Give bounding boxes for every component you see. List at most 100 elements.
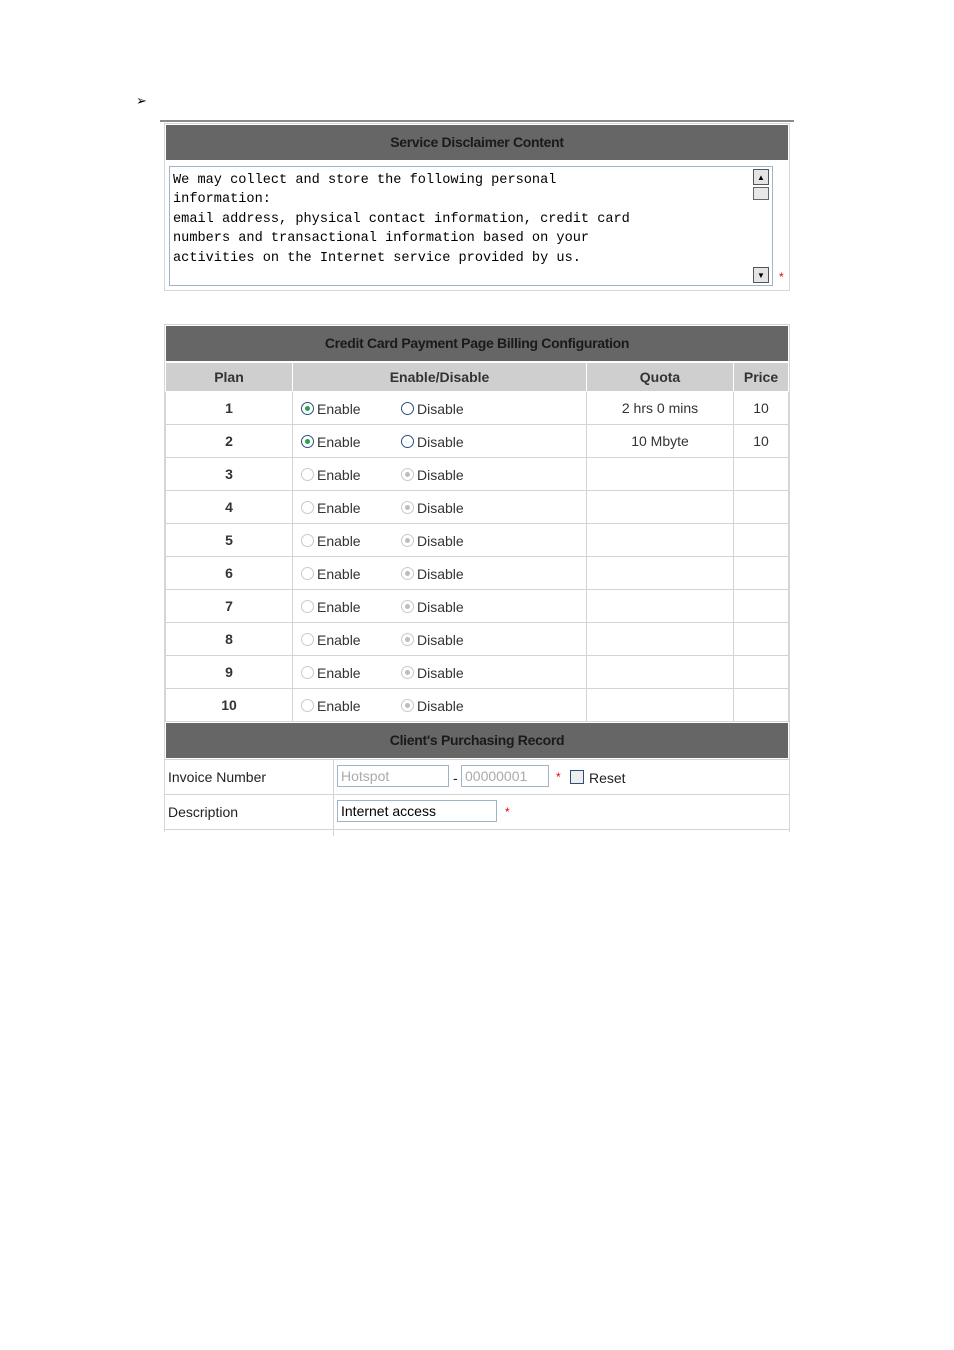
enable-disable-cell: Enable Disable xyxy=(292,457,587,491)
scroll-up-arrow-icon[interactable]: ▲ xyxy=(753,169,769,185)
radio-circle-icon[interactable] xyxy=(401,699,414,713)
plan-number: 7 xyxy=(165,589,293,623)
disable-label[interactable]: Disable xyxy=(417,533,464,549)
disable-radio[interactable]: Disable xyxy=(401,467,464,483)
radio-circle-icon[interactable] xyxy=(401,666,414,680)
enable-disable-cell: Enable Disable xyxy=(292,424,587,458)
column-divider xyxy=(333,760,334,794)
scrollbar[interactable]: ▲ ▼ xyxy=(753,168,771,284)
enable-disable-cell: Enable Disable xyxy=(292,490,587,524)
plan-number: 2 xyxy=(165,424,293,458)
required-mark: * xyxy=(505,805,510,819)
disable-radio[interactable]: Disable xyxy=(401,500,464,516)
enable-label[interactable]: Enable xyxy=(317,500,361,516)
column-header-enable-disable: Enable/Disable xyxy=(292,362,587,392)
enable-radio[interactable]: Enable xyxy=(301,665,401,681)
enable-radio[interactable]: Enable xyxy=(301,599,401,615)
radio-circle-icon[interactable] xyxy=(301,666,314,680)
quota-cell: 10 Mbyte xyxy=(586,424,734,458)
disable-radio[interactable]: Disable xyxy=(401,599,464,615)
enable-radio[interactable]: Enable xyxy=(301,632,401,648)
radio-circle-icon[interactable] xyxy=(301,501,314,515)
description-input[interactable] xyxy=(337,800,497,822)
enable-radio[interactable]: Enable xyxy=(301,500,401,516)
purchasing-record-panel: Client's Purchasing Record Invoice Numbe… xyxy=(164,721,790,836)
invoice-number-input[interactable] xyxy=(461,765,549,787)
disable-label[interactable]: Disable xyxy=(417,434,464,450)
radio-circle-icon[interactable] xyxy=(401,534,414,548)
disable-radio[interactable]: Disable xyxy=(401,566,464,582)
plan-number: 3 xyxy=(165,457,293,491)
quota-cell: 2 hrs 0 mins xyxy=(586,391,734,425)
enable-label[interactable]: Enable xyxy=(317,632,361,648)
plan-number: 8 xyxy=(165,622,293,656)
radio-circle-icon[interactable] xyxy=(401,600,414,614)
enable-radio[interactable]: Enable xyxy=(301,698,401,714)
reset-label[interactable]: Reset xyxy=(589,770,626,786)
disable-label[interactable]: Disable xyxy=(417,500,464,516)
radio-circle-icon[interactable] xyxy=(401,633,414,647)
price-cell xyxy=(733,457,789,491)
disable-label[interactable]: Disable xyxy=(417,665,464,681)
price-cell xyxy=(733,523,789,557)
disable-radio[interactable]: Disable xyxy=(401,698,464,714)
reset-checkbox[interactable] xyxy=(570,770,584,784)
scroll-down-arrow-icon[interactable]: ▼ xyxy=(753,267,769,283)
enable-label[interactable]: Enable xyxy=(317,665,361,681)
description-row: Description * xyxy=(165,794,789,829)
radio-circle-icon[interactable] xyxy=(301,435,314,449)
radio-circle-icon[interactable] xyxy=(301,567,314,581)
disclaimer-text[interactable]: We may collect and store the following p… xyxy=(173,171,743,268)
disable-label[interactable]: Disable xyxy=(417,401,464,417)
plan-number: 1 xyxy=(165,391,293,425)
disable-label[interactable]: Disable xyxy=(417,698,464,714)
enable-label[interactable]: Enable xyxy=(317,533,361,549)
radio-circle-icon[interactable] xyxy=(401,402,414,416)
disable-radio[interactable]: Disable xyxy=(401,632,464,648)
enable-disable-cell: Enable Disable xyxy=(292,622,587,656)
enable-label[interactable]: Enable xyxy=(317,434,361,450)
radio-circle-icon[interactable] xyxy=(401,501,414,515)
enable-radio[interactable]: Enable xyxy=(301,533,401,549)
plan-number: 9 xyxy=(165,655,293,689)
invoice-prefix-input[interactable] xyxy=(337,765,449,787)
radio-circle-icon[interactable] xyxy=(301,402,314,416)
enable-disable-cell: Enable Disable xyxy=(292,688,587,722)
scroll-thumb[interactable] xyxy=(753,187,769,200)
enable-label[interactable]: Enable xyxy=(317,401,361,417)
radio-circle-icon[interactable] xyxy=(301,534,314,548)
disclaimer-textarea[interactable]: We may collect and store the following p… xyxy=(169,166,773,286)
quota-cell xyxy=(586,688,734,722)
enable-radio[interactable]: Enable xyxy=(301,401,401,417)
disable-label[interactable]: Disable xyxy=(417,632,464,648)
disable-radio[interactable]: Disable xyxy=(401,665,464,681)
quota-cell xyxy=(586,523,734,557)
bullet-arrow-icon: ➢ xyxy=(136,93,147,108)
enable-disable-cell: Enable Disable xyxy=(292,655,587,689)
radio-circle-icon[interactable] xyxy=(301,699,314,713)
enable-label[interactable]: Enable xyxy=(317,467,361,483)
price-cell xyxy=(733,688,789,722)
enable-label[interactable]: Enable xyxy=(317,599,361,615)
disable-radio[interactable]: Disable xyxy=(401,533,464,549)
column-header-price: Price xyxy=(733,362,789,392)
radio-circle-icon[interactable] xyxy=(301,468,314,482)
radio-circle-icon[interactable] xyxy=(401,468,414,482)
enable-radio[interactable]: Enable xyxy=(301,566,401,582)
disable-label[interactable]: Disable xyxy=(417,566,464,582)
enable-radio[interactable]: Enable xyxy=(301,467,401,483)
required-mark: * xyxy=(779,270,784,284)
radio-circle-icon[interactable] xyxy=(301,600,314,614)
enable-label[interactable]: Enable xyxy=(317,698,361,714)
column-divider xyxy=(333,830,334,836)
radio-circle-icon[interactable] xyxy=(301,633,314,647)
disable-radio[interactable]: Disable xyxy=(401,401,464,417)
disable-label[interactable]: Disable xyxy=(417,599,464,615)
enable-radio[interactable]: Enable xyxy=(301,434,401,450)
radio-circle-icon[interactable] xyxy=(401,567,414,581)
panel-title: Credit Card Payment Page Billing Configu… xyxy=(165,325,789,362)
disable-label[interactable]: Disable xyxy=(417,467,464,483)
enable-label[interactable]: Enable xyxy=(317,566,361,582)
disable-radio[interactable]: Disable xyxy=(401,434,464,450)
radio-circle-icon[interactable] xyxy=(401,435,414,449)
